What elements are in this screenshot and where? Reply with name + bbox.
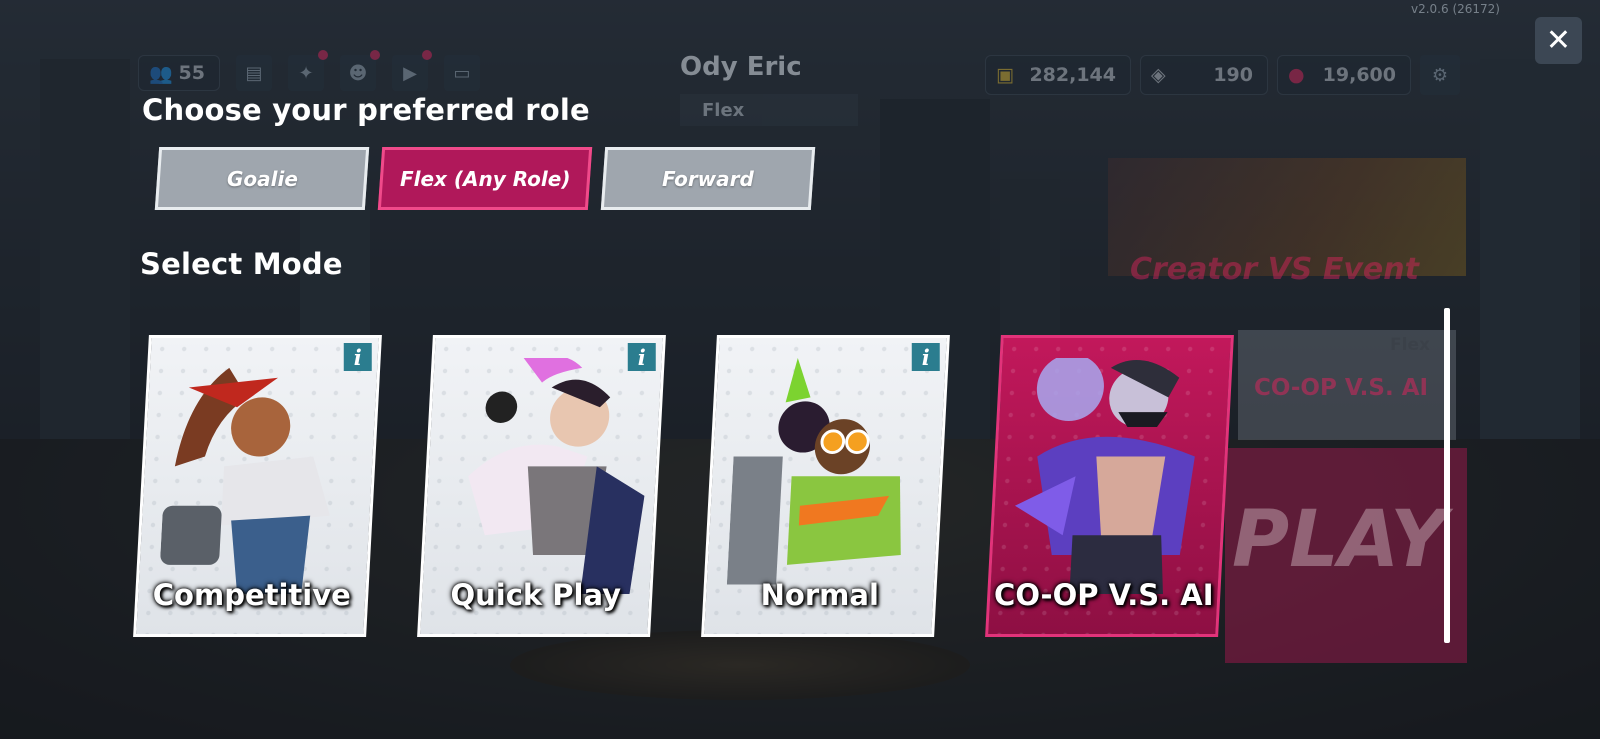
- normal-character-art: [726, 358, 901, 585]
- chat-icon: ▭: [444, 55, 480, 91]
- close-button[interactable]: ✕: [1535, 17, 1582, 64]
- role-goalie-button[interactable]: Goalie: [154, 147, 370, 210]
- close-icon: ✕: [1545, 23, 1572, 58]
- gem-amount: 19,600: [1322, 64, 1396, 86]
- book-icon: ▤: [236, 55, 272, 91]
- play-label: PLAY: [1232, 495, 1447, 585]
- player-name: Ody Eric: [680, 52, 802, 82]
- mode-scrollbar[interactable]: [1444, 308, 1450, 643]
- friends-icon: 👥: [149, 62, 173, 85]
- mode-label-competitive: Competitive: [152, 578, 351, 612]
- ticket-amount: 190: [1213, 64, 1253, 86]
- mode-label-quick-play: Quick Play: [450, 578, 622, 612]
- competitive-character-art: [160, 367, 330, 595]
- side-mode-label: CO-OP V.S. AI: [1254, 375, 1429, 401]
- gold-amount: 282,144: [1029, 64, 1116, 86]
- role-flex-button[interactable]: Flex (Any Role): [377, 147, 593, 210]
- mode-card-coop-vs-ai[interactable]: CO-OP V.S. AI: [985, 335, 1234, 637]
- mode-card-competitive[interactable]: i Competitive: [133, 335, 382, 637]
- quick-play-character-art: [468, 358, 645, 595]
- role-flex-label: Flex (Any Role): [399, 166, 571, 191]
- mode-label-coop-vs-ai: CO-OP V.S. AI: [994, 578, 1214, 612]
- role-heading: Choose your preferred role: [142, 93, 590, 127]
- info-icon[interactable]: i: [627, 343, 656, 371]
- gold-currency: ▣ 282,144: [985, 55, 1131, 95]
- event-title: Creator VS Event: [1130, 252, 1419, 287]
- mode-card-quick-play[interactable]: i Quick Play: [417, 335, 666, 637]
- coop-character-art: [1014, 358, 1195, 595]
- mode-label-normal: Normal: [760, 578, 879, 612]
- info-icon[interactable]: i: [343, 343, 372, 371]
- mode-card-normal[interactable]: i Normal: [701, 335, 950, 637]
- role-forward-label: Forward: [662, 166, 754, 191]
- side-role-label: Flex: [1390, 335, 1430, 355]
- info-icon[interactable]: i: [911, 343, 940, 371]
- gold-icon: ▣: [996, 64, 1014, 86]
- gear-icon: ⚙: [1420, 55, 1460, 95]
- role-forward-button[interactable]: Forward: [600, 147, 816, 210]
- player-role-select: Flex: [680, 94, 858, 126]
- youtube-icon: ▶: [392, 50, 432, 91]
- twitter-icon: ✦: [288, 50, 328, 91]
- friends-counter: 👥 55: [138, 55, 220, 91]
- friends-count: 55: [178, 62, 205, 84]
- gem-currency: ● 19,600: [1277, 55, 1411, 95]
- role-goalie-label: Goalie: [226, 166, 298, 191]
- ticket-currency: ◈ 190: [1140, 55, 1268, 95]
- gem-icon: ●: [1288, 64, 1305, 86]
- mode-heading: Select Mode: [140, 247, 343, 281]
- discord-icon: ☻: [340, 50, 380, 91]
- ticket-icon: ◈: [1151, 64, 1166, 86]
